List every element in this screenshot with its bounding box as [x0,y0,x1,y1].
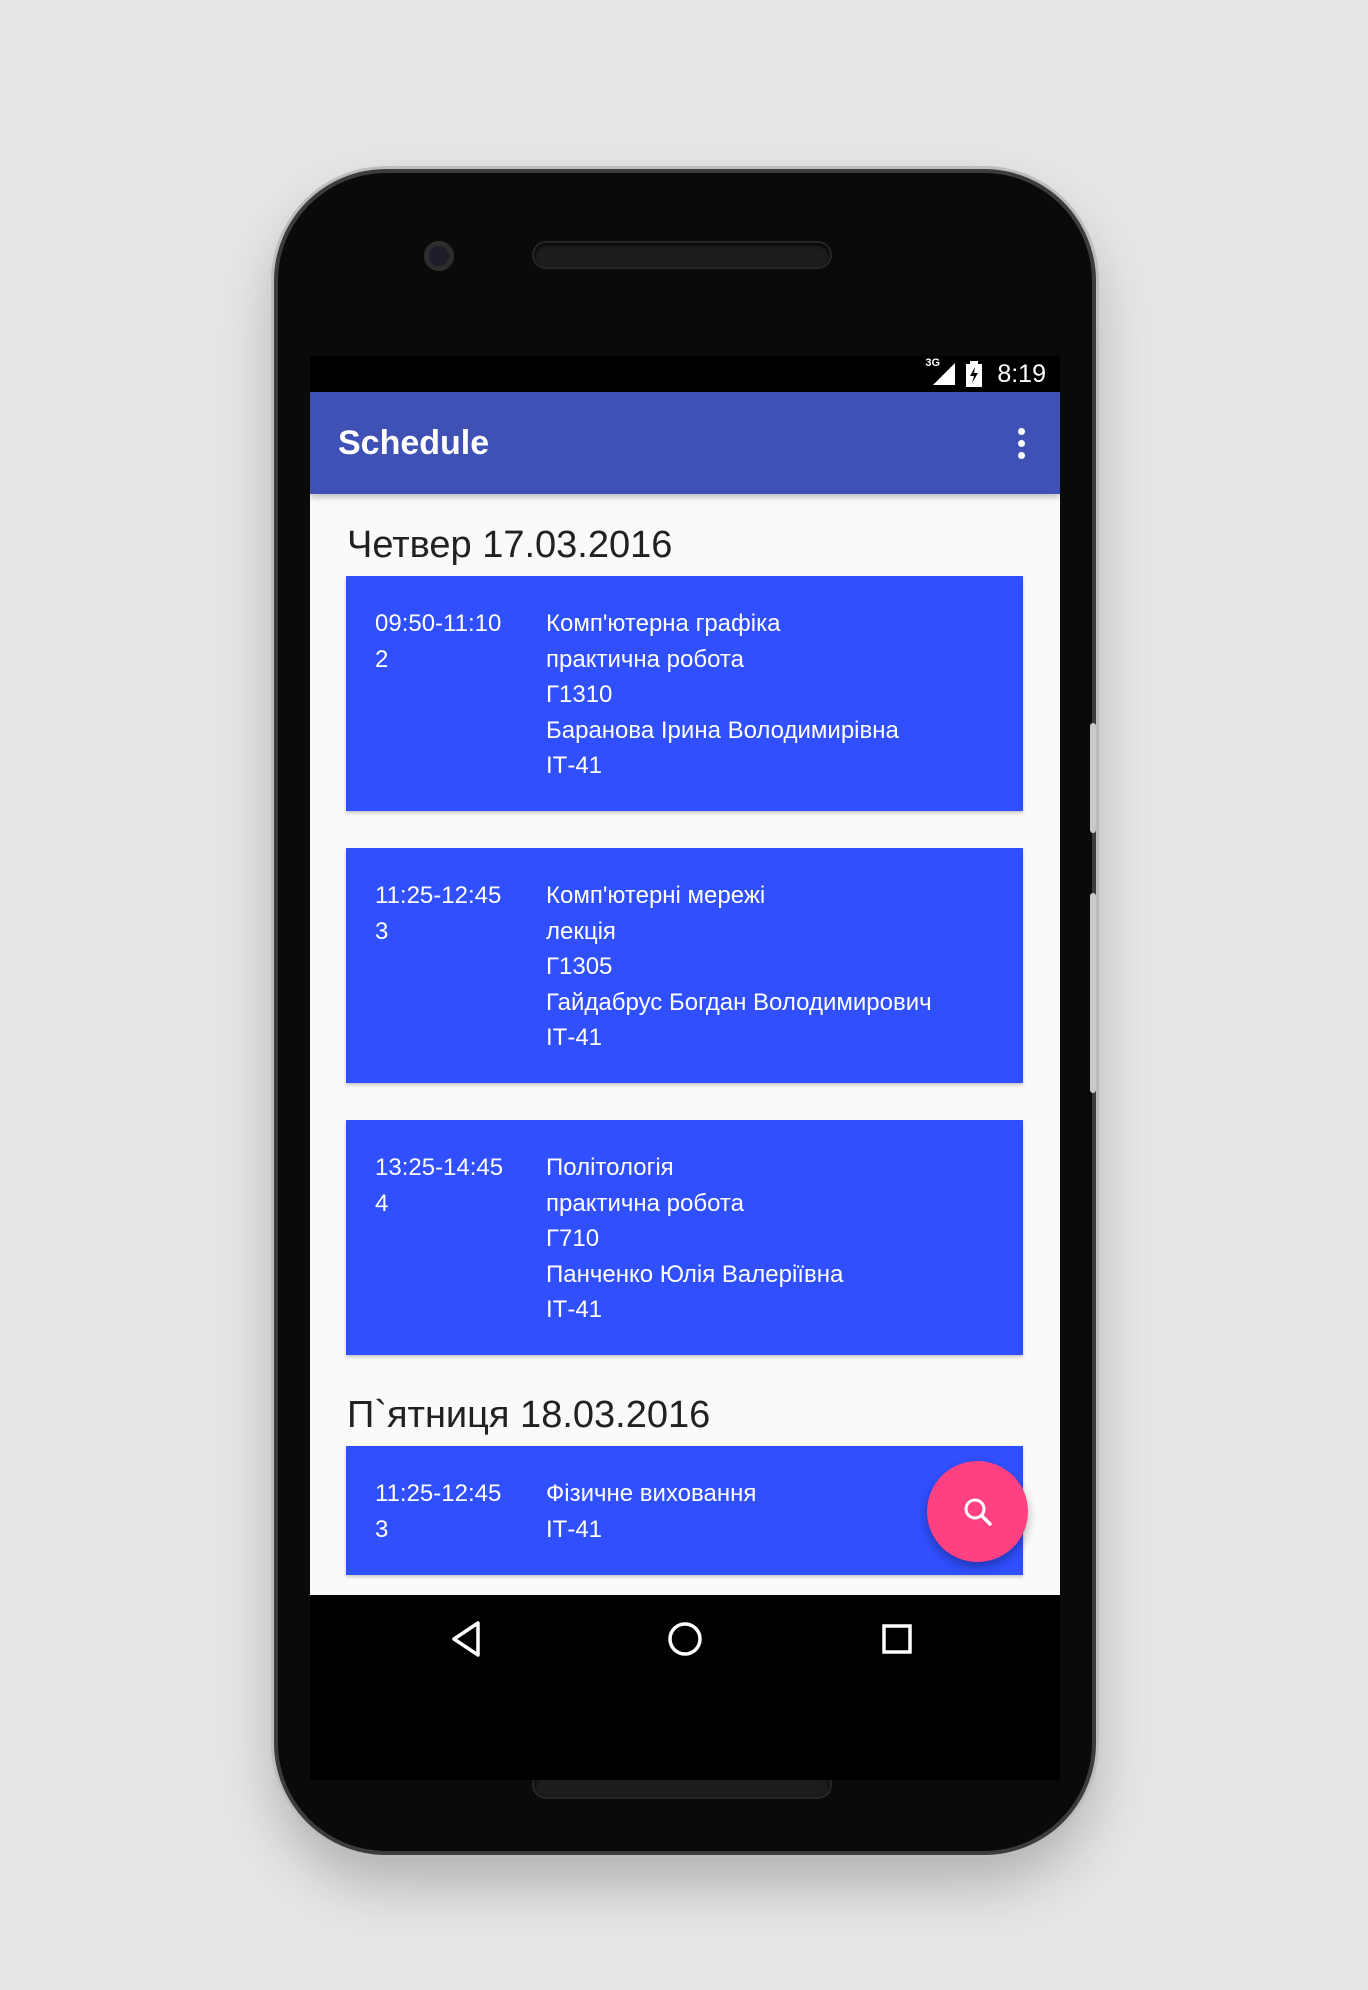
phone-frame: 3G 8:19 Schedule Четвер 17.03.2016 09:50… [278,173,1096,1851]
lesson-type: практична робота [546,1189,744,1217]
lesson-teacher: Баранова Ірина Володимирівна [546,716,899,744]
volume-button [1090,893,1096,1093]
lesson-time: 09:50-11:10 [375,610,502,637]
lesson-group: ІТ-41 [546,1296,603,1323]
schedule-list[interactable]: Четвер 17.03.2016 09:50-11:10 2 Комп'юте… [310,494,1060,1595]
lesson-teacher: Гайдабрус Богдан Володимирович [546,988,932,1016]
lesson-room: Г710 [546,1225,600,1252]
lesson-card[interactable]: 11:25-12:45 3 Фізичне виховання ІТ-41 [346,1446,1023,1575]
lesson-number: 2 [375,645,389,673]
lesson-card[interactable]: 13:25-14:45 4 Політологія практична робо… [346,1120,1023,1355]
day-header: П`ятниця 18.03.2016 [347,1394,711,1436]
more-vert-icon[interactable] [996,413,1046,473]
power-button [1090,723,1096,833]
screen: 3G 8:19 Schedule Четвер 17.03.2016 09:50… [310,356,1060,1780]
lesson-subject: Комп'ютерні мережі [546,882,766,909]
back-icon[interactable] [438,1611,498,1667]
lesson-type: лекція [546,917,616,945]
lesson-card[interactable]: 09:50-11:10 2 Комп'ютерна графіка практи… [346,576,1023,811]
clock: 8:19 [997,359,1046,388]
search-fab-button[interactable] [927,1461,1028,1562]
lesson-room: Г1310 [546,681,613,708]
lesson-subject: Фізичне виховання [546,1480,757,1507]
lesson-time: 11:25-12:45 [375,1480,502,1507]
app-bar: Schedule [310,392,1060,494]
signal-3g-icon: 3G [925,357,957,387]
status-bar: 3G 8:19 [310,356,1060,392]
recents-icon[interactable] [867,1611,927,1667]
lesson-number: 4 [375,1189,389,1217]
search-icon [964,1498,992,1526]
lesson-group: ІТ-41 [546,1024,603,1051]
battery-icon [965,361,983,387]
lesson-card[interactable]: 11:25-12:45 3 Комп'ютерні мережі лекція … [346,848,1023,1083]
lesson-number: 3 [375,917,389,945]
lesson-teacher: Панченко Юлія Валеріївна [546,1260,844,1288]
front-camera [424,241,454,271]
home-icon[interactable] [655,1611,715,1667]
lesson-group: ІТ-41 [546,1515,603,1543]
lesson-time: 11:25-12:45 [375,882,502,909]
lesson-subject: Політологія [546,1154,674,1181]
lesson-number: 3 [375,1515,389,1543]
system-nav-bar [310,1595,1060,1683]
lesson-subject: Комп'ютерна графіка [546,610,781,637]
lesson-time: 13:25-14:45 [375,1154,504,1181]
app-title: Schedule [338,423,490,462]
lesson-type: практична робота [546,645,744,673]
lesson-group: ІТ-41 [546,752,603,779]
top-speaker [534,243,830,267]
day-header: Четвер 17.03.2016 [347,524,673,566]
lesson-room: Г1305 [546,953,613,980]
